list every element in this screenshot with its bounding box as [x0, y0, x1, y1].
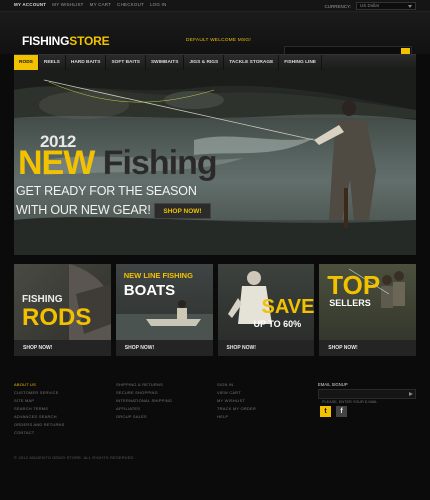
footer-link-track-order[interactable]: Track My Order: [217, 406, 256, 411]
footer-link-affiliates[interactable]: Affiliates: [116, 406, 172, 411]
nav-item-jigs-rigs[interactable]: Jigs & Rigs: [184, 55, 225, 70]
top-link-checkout[interactable]: Checkout: [117, 2, 144, 7]
footer-column-1: About Us Customer Service Site Map Searc…: [14, 382, 65, 435]
banner-fishing-rods[interactable]: Fishing Rods Shop now!: [14, 264, 111, 356]
footer-link-shipping-returns[interactable]: Shipping & Returns: [116, 382, 172, 387]
banner-big-text: Rods: [22, 304, 92, 331]
footer-column-2: Shipping & Returns Secure Shopping Inter…: [116, 382, 172, 419]
footer-link-orders-returns[interactable]: Orders and Returns: [14, 422, 65, 427]
footer-link-search-terms[interactable]: Search Terms: [14, 406, 65, 411]
social-links: t f: [320, 406, 347, 417]
banner-big-text: Save: [261, 296, 315, 318]
nav-item-hard-baits[interactable]: Hard Baits: [66, 55, 107, 70]
footer-link-site-map[interactable]: Site Map: [14, 398, 65, 403]
hero-banner[interactable]: 2012 NEW Fishing Get ready for the seaso…: [14, 70, 416, 255]
currency-label: Currency:: [324, 3, 351, 9]
logo[interactable]: FISHINGSTORE: [22, 34, 110, 48]
hero-word-new: NEW: [18, 144, 95, 182]
facebook-icon[interactable]: f: [336, 406, 347, 417]
banner-big-text: Boats: [123, 282, 176, 299]
copyright: © 2012 Magento Demo Store. All Rights Re…: [14, 455, 135, 460]
logo-part2: STORE: [69, 34, 110, 48]
footer-link-contact[interactable]: Contact: [14, 430, 65, 435]
footer-link-customer-service[interactable]: Customer Service: [14, 390, 65, 395]
hero-line-2: with our new gear!: [16, 203, 151, 217]
top-links: My Account My Wishlist My Cart Checkout …: [14, 2, 166, 7]
banner-big-text: Top: [327, 270, 381, 300]
currency-switcher: Currency: US Dollar: [324, 2, 416, 10]
banner-shop-now[interactable]: Shop now!: [319, 340, 416, 356]
currency-select[interactable]: US Dollar: [356, 2, 416, 10]
footer-link-help[interactable]: Help: [217, 414, 256, 419]
banner-shop-now[interactable]: Shop now!: [115, 340, 213, 356]
nav-item-reels[interactable]: Reels: [39, 55, 66, 70]
top-link-my-wishlist[interactable]: My Wishlist: [52, 2, 83, 7]
banner-small-text: Up to 60%: [253, 319, 302, 329]
banner-small-text: New line fishing: [123, 271, 193, 280]
currency-value: US Dollar: [360, 3, 380, 8]
chevron-down-icon: [408, 5, 412, 8]
banner-shop-now[interactable]: Shop now!: [217, 340, 315, 356]
hero-word-fishing: Fishing: [102, 144, 218, 182]
footer-link-view-cart[interactable]: View Cart: [217, 390, 256, 395]
footer-link-about-us[interactable]: About Us: [14, 382, 65, 387]
hero-line-1: Get ready for the season: [16, 184, 197, 198]
email-signup-box: [318, 389, 416, 406]
logo-part1: FISHING: [22, 34, 70, 48]
hero-shop-now-button[interactable]: Shop now!: [154, 203, 211, 219]
banner-boats[interactable]: New line fishing Boats Shop now!: [115, 264, 213, 356]
footer-link-international-shipping[interactable]: International Shipping: [116, 398, 172, 403]
top-bar: My Account My Wishlist My Cart Checkout …: [0, 0, 430, 12]
nav-item-fishing-line[interactable]: Fishing Line: [279, 55, 322, 70]
footer-link-group-sales[interactable]: Group Sales: [116, 414, 172, 419]
nav-item-tackle-storage[interactable]: Tackle Storage: [224, 55, 280, 70]
main-nav: Rods Reels Hard Baits Soft Baits Swimbai…: [14, 54, 416, 70]
promo-banners: Fishing Rods Shop now! New line fishing …: [14, 264, 416, 356]
top-link-my-account[interactable]: My Account: [14, 2, 46, 7]
twitter-icon[interactable]: t: [320, 406, 331, 417]
top-link-log-in[interactable]: Log In: [150, 2, 166, 7]
nav-item-rods[interactable]: Rods: [14, 55, 39, 70]
email-submit-arrow-icon[interactable]: [409, 392, 413, 396]
footer-link-my-wishlist[interactable]: My Wishlist: [217, 398, 256, 403]
footer-link-advanced-search[interactable]: Advanced Search: [14, 414, 65, 419]
email-signup-label: Email signup: [318, 382, 348, 387]
footer: About Us Customer Service Site Map Searc…: [0, 370, 430, 500]
footer-column-3: Sign In View Cart My Wishlist Track My O…: [217, 382, 256, 419]
footer-link-secure-shopping[interactable]: Secure Shopping: [116, 390, 172, 395]
header: FISHINGSTORE Default welcome msg!: [0, 12, 430, 64]
top-link-my-cart[interactable]: My Cart: [90, 2, 112, 7]
nav-item-swimbaits[interactable]: Swimbaits: [146, 55, 185, 70]
banner-small-text: Sellers: [329, 298, 371, 308]
welcome-message: Default welcome msg!: [186, 38, 251, 43]
nav-item-soft-baits[interactable]: Soft Baits: [106, 55, 146, 70]
banner-shop-now[interactable]: Shop now!: [14, 340, 111, 356]
footer-link-sign-in[interactable]: Sign In: [217, 382, 256, 387]
email-signup-input[interactable]: [319, 398, 405, 406]
banner-top-sellers[interactable]: Top Sellers Shop now!: [319, 264, 416, 356]
banner-save[interactable]: Save Up to 60% Shop now!: [217, 264, 315, 356]
hero-headline: NEW Fishing: [18, 144, 218, 182]
